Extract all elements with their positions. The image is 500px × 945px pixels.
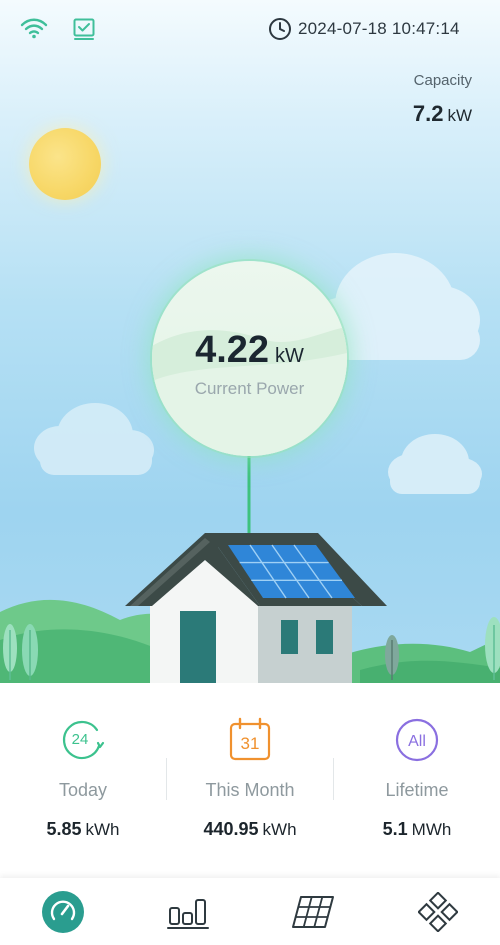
house-door	[180, 611, 216, 683]
bottom-nav	[0, 878, 500, 945]
current-power-label: Current Power	[194, 379, 305, 398]
checklist-icon[interactable]	[72, 17, 96, 41]
stat-lifetime-number: 5.1	[382, 819, 408, 839]
house-window-1	[281, 620, 298, 654]
sun-illustration	[29, 128, 101, 200]
energy-stats: 24 Today 5.85 kWh 31 This Month 440.95 kWh…	[0, 683, 500, 878]
status-bar: 2024-07-18 10:47:14	[0, 0, 500, 60]
stat-lifetime[interactable]: All Lifetime 5.1 MWh	[334, 683, 500, 878]
house-illustration	[125, 533, 387, 683]
capacity-number: 7.2	[412, 101, 444, 126]
stat-this-month[interactable]: 31 This Month 440.95 kWh	[167, 683, 333, 878]
bar-chart-icon	[166, 898, 209, 929]
lifetime-icon-text: All	[408, 733, 426, 750]
stat-today-unit: kWh	[85, 820, 120, 839]
current-power-value: 4.22 kW	[152, 329, 347, 372]
nav-more[interactable]	[375, 878, 500, 945]
stat-today-number: 5.85	[46, 819, 82, 839]
stat-today[interactable]: 24 Today 5.85 kWh	[0, 683, 166, 878]
capacity-value: 7.2 kW	[413, 101, 472, 127]
hero-scene: 2024-07-18 10:47:14 Capacity 7.2 kW 4.22 k…	[0, 0, 500, 683]
stat-lifetime-unit: MWh	[411, 820, 452, 839]
house-window-2	[316, 620, 333, 654]
dashboard-gauge-icon	[41, 890, 84, 933]
nav-dashboard[interactable]	[0, 878, 125, 945]
more-diamonds-icon	[417, 891, 458, 932]
clock-icon	[269, 18, 291, 40]
lifetime-all-icon: All	[395, 718, 439, 762]
datetime-text: 2024-07-18 10:47:14	[298, 19, 460, 38]
current-power-number: 4.22	[195, 329, 270, 371]
current-power-bubble[interactable]: 4.22 kW Current Power	[152, 261, 347, 456]
capacity-unit: kW	[447, 106, 472, 125]
stat-today-value: 5.85 kWh	[0, 819, 166, 840]
capacity-panel: Capacity 7.2 kW	[413, 72, 472, 127]
stat-this-month-value: 440.95 kWh	[167, 819, 333, 840]
cloud-bottom-right	[388, 434, 482, 494]
month-icon-text: 31	[241, 734, 260, 753]
calendar-month-icon: 31	[229, 717, 271, 761]
stat-lifetime-label: Lifetime	[385, 780, 449, 800]
nav-statistics[interactable]	[125, 878, 250, 945]
stat-today-label: Today	[58, 780, 108, 800]
cloud-left	[34, 403, 154, 475]
nav-solar-panels[interactable]	[250, 878, 375, 945]
solar-panel-icon	[291, 895, 334, 928]
today-icon-text: 24	[72, 731, 89, 748]
stat-lifetime-value: 5.1 MWh	[334, 819, 500, 840]
today-24h-icon: 24	[62, 720, 105, 760]
stat-this-month-label: This Month	[205, 780, 295, 800]
wifi-icon	[20, 18, 48, 39]
capacity-label: Capacity	[413, 72, 472, 89]
stat-this-month-number: 440.95	[203, 819, 259, 839]
stat-this-month-unit: kWh	[262, 820, 297, 839]
current-power-unit: kW	[275, 345, 304, 367]
